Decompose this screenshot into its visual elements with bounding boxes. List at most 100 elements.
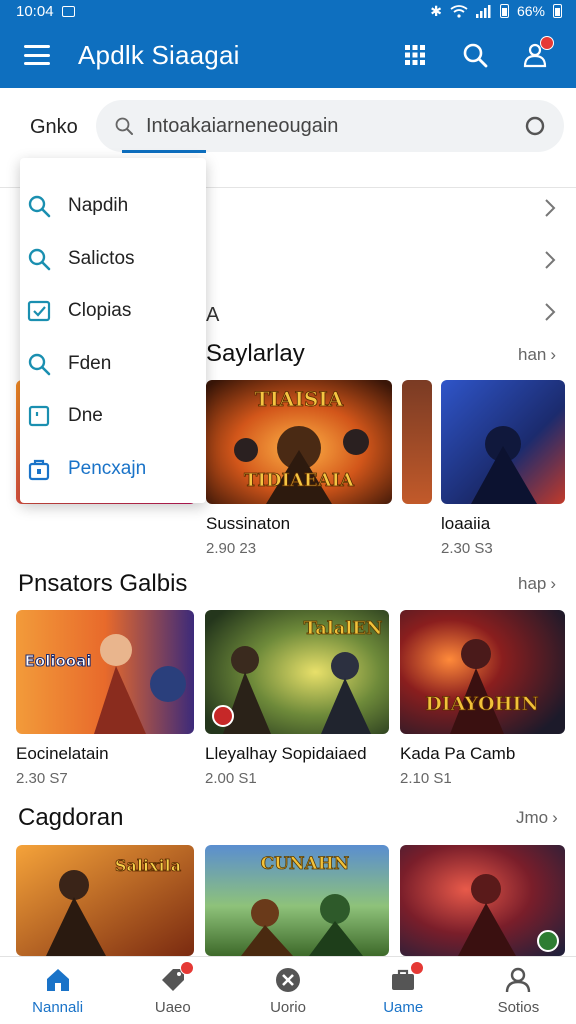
chevron-right-icon: › [552,808,558,827]
game-name: Eocinelatain [16,744,109,763]
game-thumbnail: Eoliooai [16,610,194,734]
nav-label: Uame [383,999,424,1016]
search-icon [26,351,52,377]
chevron-right-icon: › [550,574,557,593]
battery-icon [553,4,562,18]
game-thumbnail [400,845,565,956]
game-meta: 2.30 S3 [441,540,493,557]
signal-icon [475,4,491,18]
app-title: Apdlk Siaagai [78,39,240,70]
menu-item[interactable]: Napdih [20,180,206,233]
game-card[interactable]: TIAISIA TIDIAEAIA Sussinaton 2.90 23 [206,380,392,557]
game-meta: 2.00 S1 [205,770,257,787]
menu-item[interactable]: Clopias [20,285,206,338]
home-icon [43,965,73,995]
menu-item-label: Pencxajn [68,457,147,479]
section-more-label: han [518,345,547,364]
game-thumbnail: DIAYOHIN [400,610,565,734]
nav-label: Uorio [270,999,306,1016]
thumb-title-text: CUNAHN [261,854,350,874]
thumb-title-text: TIAISIA [255,387,344,411]
square-icon [26,403,52,429]
game-name: Sussinaton [206,514,291,533]
thumb-subtitle-text: TIDIAEAIA [244,470,355,491]
bluetooth-icon: ✱ [430,2,442,19]
filter-label[interactable]: Gnko [30,116,78,139]
grid-icon[interactable] [400,40,430,70]
wifi-icon [450,4,468,18]
nav-badge [410,961,425,975]
category-label: A [206,303,220,326]
status-time: 10:04 [16,2,54,20]
menu-icon[interactable] [24,45,50,65]
game-card[interactable] [400,845,565,956]
nav-item-deals[interactable]: Uaeo [115,957,230,1024]
game-card[interactable]: CUNAHN [205,845,389,956]
search-icon[interactable] [460,40,490,70]
nav-item-home[interactable]: Nannali [0,957,115,1024]
menu-item-label: Napdih [68,195,129,217]
nav-item-settings[interactable]: Sotios [461,957,576,1024]
game-thumbnail: TalalEN [205,610,389,734]
menu-item-label: Fden [68,352,112,374]
section-title: Saylarlay [206,340,305,367]
section-title: Cagdoran [18,804,124,831]
battery-percent: 66% [516,3,545,19]
notification-badge [540,36,554,50]
game-thumbnail: Salixila [16,845,194,956]
chevron-right-icon [544,250,556,276]
nav-item-center[interactable]: Uorio [230,957,345,1024]
nav-label: Sotios [497,999,540,1016]
menu-item[interactable]: Dne [20,390,206,443]
section-more-link[interactable]: hap › [518,574,556,594]
game-card[interactable]: Eoliooai Eocinelatain 2.30 S7 [16,610,194,787]
thumb-title-text: TalalEN [304,618,383,639]
search-box[interactable] [96,100,564,152]
game-meta: 2.30 S7 [16,770,68,787]
game-name: Lleyalhay Sopidaiaed [205,744,367,763]
section-more-link[interactable]: han › [518,345,556,365]
person-icon [503,965,533,995]
section-more-link[interactable]: Jmo › [516,808,558,828]
search-input[interactable] [146,114,524,138]
chevron-right-icon [544,198,556,224]
bottom-navigation: Nannali Uaeo Uorio Uame Sotios [0,956,576,1024]
game-thumbnail: TIAISIA TIDIAEAIA [206,380,392,504]
chevron-right-icon: › [550,345,557,364]
game-card[interactable]: DIAYOHIN Kada Pa Camb 2.10 S1 [400,610,565,787]
search-icon [26,246,52,272]
nav-label: Uaeo [154,999,191,1016]
game-card[interactable]: Salixila [16,845,194,956]
menu-item[interactable]: Fden [20,338,206,391]
thumb-title-text: Eoliooai [25,652,92,670]
thumb-title-text: DIAYOHIN [425,693,538,715]
game-card[interactable]: TalalEN Lleyalhay Sopidaiaed 2.00 S1 [205,610,389,787]
section-more-label: Jmo [516,808,549,827]
menu-item-label: Clopias [68,300,132,322]
dropdown-menu: Napdih Salictos Clopias Fden Dne Pencxaj… [20,158,206,503]
tag-icon [158,961,194,995]
thumb-title-text: Salixila [115,856,181,875]
nav-item-library[interactable]: Uame [346,957,461,1024]
section-more-label: hap [518,574,547,593]
game-card[interactable] [402,380,432,504]
game-thumbnail [441,380,565,504]
battery-small-icon [499,4,509,18]
game-meta: 2.10 S1 [400,770,452,787]
mic-circle-icon[interactable] [524,115,546,137]
menu-item-label: Dne [68,405,103,427]
checkbox-icon [26,298,52,324]
status-bar: 10:04 ✱ 66% [0,0,576,22]
game-meta: 2.90 23 [206,540,257,557]
close-circle-icon [273,965,303,995]
menu-item[interactable]: Salictos [20,233,206,286]
menu-item-label: Salictos [68,247,135,269]
chevron-right-icon [544,302,556,328]
menu-item-active[interactable]: Pencxajn [20,443,206,496]
game-card[interactable]: loaaiia 2.30 S3 [441,380,565,557]
briefcase-icon [388,961,425,995]
account-notification-icon[interactable] [520,36,554,70]
section-title: Pnsators Galbis [18,570,188,597]
search-icon [26,193,52,219]
bag-icon [26,456,52,482]
